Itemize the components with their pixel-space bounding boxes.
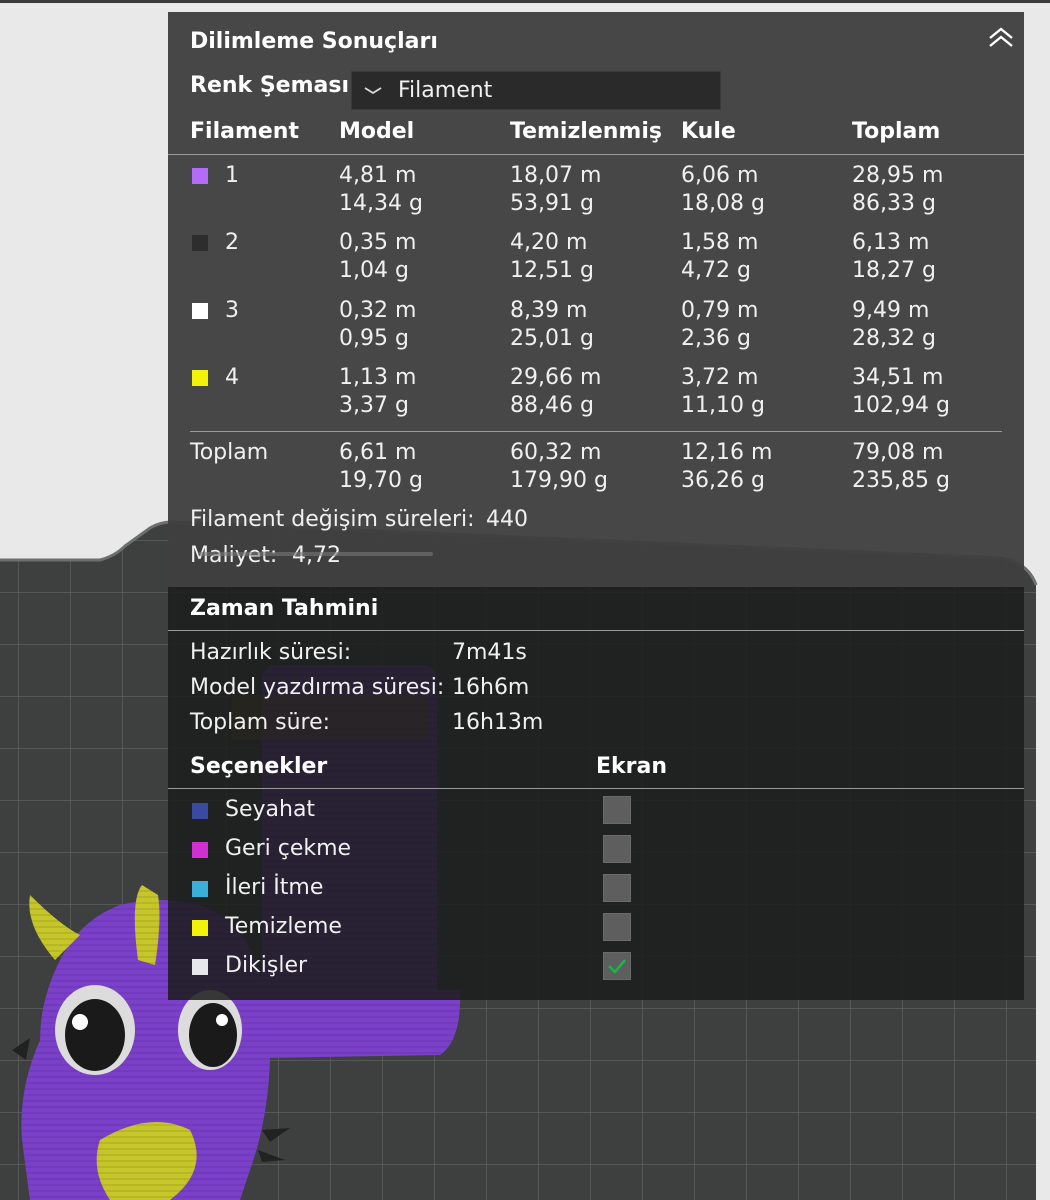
total-cell: 28,95 m 86,33 g [852,163,944,216]
option-color-swatch [192,842,208,858]
display-checkbox-wipe[interactable] [603,913,631,941]
filament-id: 2 [225,230,239,255]
tower-cell: 6,06 m 18,08 g [681,163,765,216]
purged-cell: 4,20 m 12,51 g [510,230,594,283]
table-summary-divider [190,431,1002,432]
col-header-model: Model [339,119,415,144]
options-header: Seçenekler [190,754,328,779]
filament-id: 4 [225,365,239,390]
filament-row: 2 0,35 m 1,04 g 4,20 m 12,51 g 1,58 m 4,72 … [168,229,1024,291]
filament-color-swatch [192,168,208,184]
col-header-filament: Filament [190,119,299,144]
cost-value: 4,72 [292,542,341,570]
color-scheme-label: Renk Şeması [190,73,349,98]
prep-time-label: Hazırlık süresi: [190,640,352,665]
option-label: Temizleme [225,914,342,939]
filament-id: 3 [225,298,239,323]
display-header: Ekran [596,754,668,779]
option-row-retraction: Geri çekme [168,835,668,869]
summary-row: Toplam 6,61 m 19,70 g 60,32 m 179,90 g 12,… [168,439,1024,501]
col-header-total: Toplam [852,119,941,144]
purged-cell: 29,66 m 88,46 g [510,365,602,418]
model-cell: 1,13 m 3,37 g [339,365,417,418]
total-cell: 9,49 m 28,32 g [852,298,936,351]
option-label: Dikişler [225,953,308,978]
purged-cell: 8,39 m 25,01 g [510,298,594,351]
purged-cell: 60,32 m 179,90 g [510,440,608,493]
display-checkbox-retraction[interactable] [603,835,631,863]
options-divider [168,788,1024,789]
filament-changes-value: 440 [486,507,528,532]
table-header-divider [168,154,1024,155]
print-time-value: 16h6m [452,675,530,700]
filament-color-swatch [192,303,208,319]
option-row-travel: Seyahat [168,796,668,830]
display-checkbox-deretraction[interactable] [603,874,631,902]
time-estimate-title: Zaman Tahmini [190,596,379,621]
col-header-tower: Kule [681,119,736,144]
filament-changes-label: Filament değişim süreleri: [190,507,475,532]
time-estimate-divider [168,630,1024,631]
checkmark-icon [608,959,626,974]
total-cell: 34,51 m 102,94 g [852,365,950,418]
model-cell: 0,32 m 0,95 g [339,298,417,351]
tower-cell: 12,16 m 36,26 g [681,440,773,493]
model-cell: 6,61 m 19,70 g [339,440,423,493]
option-color-swatch [192,920,208,936]
color-scheme-dropdown[interactable]: Filament [351,71,721,110]
model-cell: 4,81 m 14,34 g [339,163,423,216]
tower-cell: 3,72 m 11,10 g [681,365,765,418]
option-row-seams: Dikişler [168,952,668,986]
purged-cell: 18,07 m 53,91 g [510,163,602,216]
slicing-results-panel: Dilimleme Sonuçları Renk Şeması Filament… [168,12,1024,1000]
option-color-swatch [192,803,208,819]
total-time-label: Toplam süre: [190,710,331,735]
tower-cell: 0,79 m 2,36 g [681,298,759,351]
double-chevron-up-icon [989,27,1013,47]
option-label: İleri İtme [225,875,324,900]
horizontal-scrollbar[interactable] [198,552,433,556]
filament-row: 1 4,81 m 14,34 g 18,07 m 53,91 g 6,06 m 18,… [168,162,1024,224]
option-label: Seyahat [225,797,316,822]
filament-color-swatch [192,370,208,386]
col-header-purged: Temizlenmiş [510,119,662,144]
display-checkbox-seams[interactable] [603,952,631,980]
chevron-down-icon [364,87,382,95]
display-checkbox-travel[interactable] [603,796,631,824]
option-label: Geri çekme [225,836,352,861]
cost-label: Maliyet: [190,542,277,570]
prep-time-value: 7m41s [452,640,527,665]
filament-color-swatch [192,235,208,251]
panel-title: Dilimleme Sonuçları [190,29,438,54]
color-scheme-value: Filament [398,78,493,103]
option-row-wipe: Temizleme [168,913,668,947]
filament-row: 3 0,32 m 0,95 g 8,39 m 25,01 g 0,79 m 2,36 … [168,297,1024,359]
total-time-value: 16h13m [452,710,544,735]
tower-cell: 1,58 m 4,72 g [681,230,759,283]
option-row-deretraction: İleri İtme [168,874,668,908]
option-color-swatch [192,881,208,897]
filament-id: 1 [225,163,239,188]
total-cell: 6,13 m 18,27 g [852,230,936,283]
filament-row: 4 1,13 m 3,37 g 29,66 m 88,46 g 3,72 m 11,1… [168,364,1024,426]
model-cell: 0,35 m 1,04 g [339,230,417,283]
summary-label: Toplam [190,440,269,465]
total-cell: 79,08 m 235,85 g [852,440,950,493]
print-time-label: Model yazdırma süresi: [190,675,445,700]
collapse-panel-button[interactable] [986,22,1016,52]
option-color-swatch [192,959,208,975]
